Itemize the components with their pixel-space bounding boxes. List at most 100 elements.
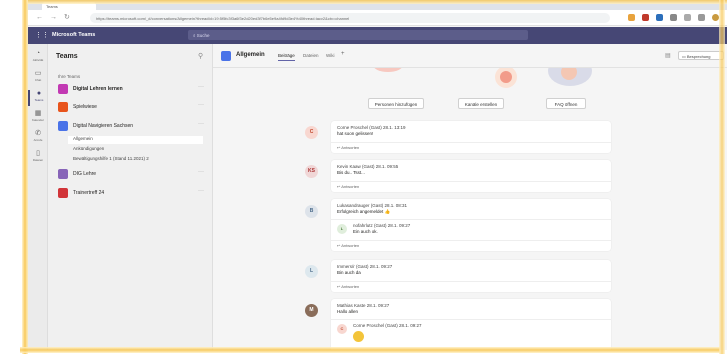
channel-item[interactable]: Bewältigungshilfe 1 (Stand 11.2021) 2 (73, 156, 208, 164)
reload-icon[interactable]: ↻ (64, 14, 70, 21)
more-options-icon[interactable]: ··· (198, 102, 204, 108)
emoji-icon (353, 331, 364, 342)
teams-icon: ● (36, 90, 42, 97)
tab-wiki[interactable]: Wiki (326, 53, 335, 58)
message-author: Corne Proschel (Gast) 28.1. 09:27 (353, 323, 422, 328)
message-text: Erfolgreich angemeldet 👍 (337, 209, 391, 214)
team-avatar (58, 121, 68, 131)
divider (331, 281, 611, 282)
create-channels-button[interactable]: Kanäle erstellen (458, 98, 504, 109)
message-author: Mathias Kaste 28.1. 09:27 (337, 303, 390, 308)
browser-window: Teams ← → ↻ https://teams.microsoft.com/… (27, 0, 727, 350)
rail-label: Teams (34, 98, 44, 102)
message-card: Immers/r (Gast) 28.1. 09:27 Bin auch da … (331, 260, 611, 292)
rail-label: Anrufe (33, 138, 43, 142)
extension-icon[interactable] (670, 14, 677, 21)
rail-item-activity[interactable]: ◔ Aktivität (28, 50, 48, 66)
team-item[interactable]: DIG Lehre ··· (58, 169, 208, 183)
channel-header: Allgemein Beiträge Dateien Wiki + ▤ ▭ Be… (213, 44, 727, 68)
phone-icon: ✆ (35, 130, 41, 137)
reply-item: C Corne Proschel (Gast) 28.1. 09:27 (337, 321, 597, 342)
message-card: Corne Proschel (Gast) 28.1. 13:19 hat so… (331, 121, 611, 153)
meet-button[interactable]: ▭ Besprechung (678, 51, 724, 60)
filter-icon[interactable]: ⚲ (198, 52, 203, 60)
message-text: Hallo allen (337, 309, 359, 314)
channel-avatar (221, 51, 231, 61)
section-label: Ihre Teams (58, 74, 81, 79)
app-title: Microsoft Teams (52, 32, 96, 38)
add-people-button[interactable]: Personen hinzufügen (368, 98, 424, 109)
rail-label: Dateien (32, 158, 44, 162)
rail-item-calendar[interactable]: ▦ Kalender (28, 110, 48, 126)
profile-icon[interactable] (698, 14, 705, 21)
forward-icon[interactable]: → (50, 14, 57, 21)
bell-icon: ◔ (35, 50, 41, 57)
reply-button[interactable]: ↩ Antworten (337, 243, 359, 248)
rail-item-calls[interactable]: ✆ Anrufe (28, 130, 48, 146)
divider (331, 240, 611, 241)
message-card: Lukasandrauger (Gast) 28.1. 08:31 Erfolg… (331, 199, 611, 251)
back-icon[interactable]: ← (36, 14, 43, 21)
rail-item-files[interactable]: ▯ Dateien (28, 150, 48, 166)
add-tab-button[interactable]: + (341, 51, 345, 57)
divider (331, 219, 611, 220)
team-item[interactable]: Digital Lehren lernen ··· (58, 84, 208, 98)
channel-title: Allgemein (236, 52, 265, 58)
screenshot-frame: Teams ← → ↻ https://teams.microsoft.com/… (0, 0, 728, 354)
message-card: Kevin Kaaw (Gast) 28.1. 09:55 Bis du.. T… (331, 160, 611, 192)
avatar[interactable]: B (305, 205, 318, 218)
message-author: nofahrlutz (Gast) 28.1. 09:27 (353, 223, 411, 228)
extension-icon[interactable] (642, 14, 649, 21)
reply-button[interactable]: ↩ Antworten (337, 184, 359, 189)
info-icon[interactable]: ▤ (665, 52, 671, 59)
extension-icon[interactable] (656, 14, 663, 21)
avatar[interactable]: KS (305, 165, 318, 178)
search-input[interactable]: ⌕ Suche (188, 30, 528, 40)
welcome-illustration (373, 68, 403, 72)
rail-label: Aktivität (32, 58, 44, 62)
avatar[interactable]: L (305, 265, 318, 278)
more-options-icon[interactable]: ··· (198, 169, 204, 175)
more-options-icon[interactable]: ··· (198, 188, 204, 194)
app-launcher-icon[interactable]: ⋮⋮ (35, 32, 49, 39)
reply-button[interactable]: ↩ Antworten (337, 284, 359, 289)
teams-panel: Teams ⚲ Ihre Teams Digital Lehren lernen… (48, 44, 213, 350)
rail-item-teams[interactable]: ● Teams (28, 90, 48, 106)
search-placeholder: Suche (196, 32, 210, 38)
avatar[interactable]: C (337, 324, 347, 334)
welcome-illustration (500, 71, 512, 83)
divider (331, 181, 611, 182)
rail-item-chat[interactable]: ▭ Chat (28, 70, 48, 86)
message-text: Ein auch ok. (353, 229, 378, 234)
extension-icon[interactable] (628, 14, 635, 21)
conversation-feed: Personen hinzufügen Kanäle erstellen FAQ… (213, 68, 727, 350)
browser-tab[interactable]: Teams (42, 2, 96, 10)
url-input[interactable]: https://teams.microsoft.com/_#/conversat… (90, 13, 610, 23)
team-item[interactable]: Trainertreff 24 ··· (58, 188, 208, 202)
avatar[interactable]: C (305, 126, 318, 139)
extension-icon[interactable] (684, 14, 691, 21)
tab-posts[interactable]: Beiträge (278, 53, 295, 61)
tab-files[interactable]: Dateien (303, 53, 319, 58)
team-name: DIG Lehre (73, 171, 97, 177)
meet-label: Besprechung (686, 54, 711, 59)
team-item[interactable]: Digital Navigieren Sachsen ··· (58, 121, 208, 135)
team-avatar (58, 169, 68, 179)
channel-item[interactable]: Ankündigungen (73, 146, 208, 154)
avatar[interactable]: L (337, 224, 347, 234)
reply-button[interactable]: ↩ Antworten (337, 145, 359, 150)
file-icon: ▯ (36, 150, 40, 157)
more-options-icon[interactable]: ··· (198, 121, 204, 127)
message-text: hat soon gelissen! (337, 131, 374, 136)
channel-item-allgemein[interactable]: Allgemein (68, 136, 203, 144)
team-name: Trainertreff 24 (73, 190, 105, 196)
team-avatar (58, 102, 68, 112)
open-faq-button[interactable]: FAQ öffnen (546, 98, 586, 109)
team-item[interactable]: Spielwiese ··· (58, 102, 208, 116)
avatar[interactable]: M (305, 304, 318, 317)
team-name: Digital Navigieren Sachsen (73, 123, 134, 129)
more-options-icon[interactable]: ··· (198, 84, 204, 90)
avatar[interactable] (712, 14, 719, 21)
message-text: Bis du.. Tsst... (337, 170, 365, 175)
chat-icon: ▭ (34, 70, 42, 77)
